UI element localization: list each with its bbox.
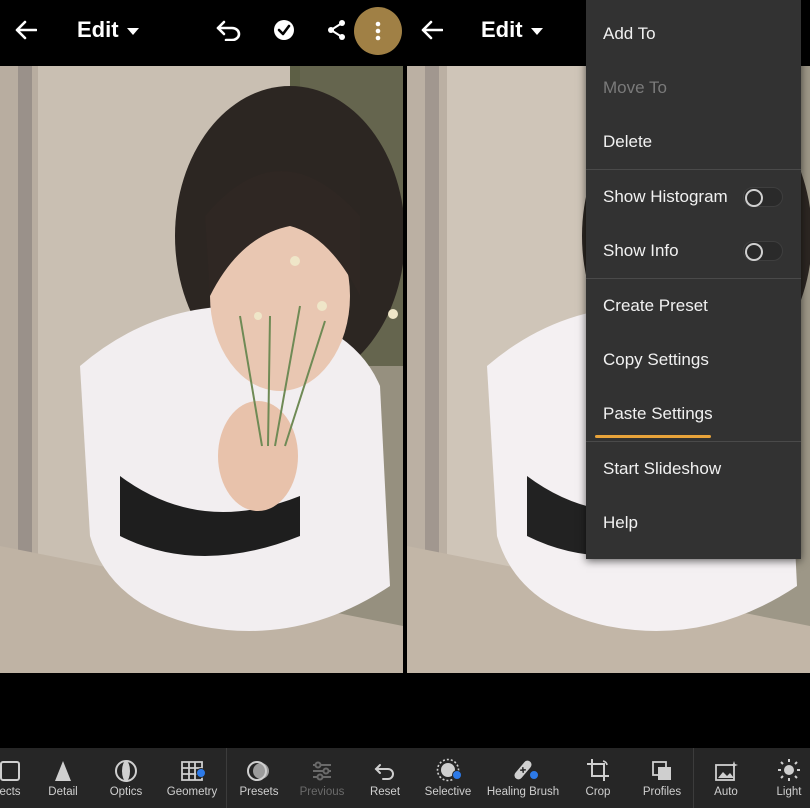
auto-icon (714, 748, 738, 782)
crop-icon (586, 748, 610, 782)
detail-icon (54, 748, 72, 782)
geometry-icon (180, 748, 206, 782)
menu-item-paste-settings[interactable]: Paste Settings (586, 387, 801, 441)
tool-label: Detail (48, 786, 78, 798)
menu-item-show-info[interactable]: Show Info (586, 224, 801, 278)
edit-mode-label: Edit (481, 17, 523, 42)
tool-label: Reset (369, 786, 401, 798)
tool-label: Crop (585, 786, 611, 798)
tool-selective[interactable]: Selective (420, 748, 476, 808)
more-options-icon[interactable] (354, 7, 402, 55)
tool-presets[interactable]: Presets (234, 748, 284, 808)
reset-icon (373, 748, 397, 782)
previous-icon (311, 748, 333, 782)
effects-icon (0, 748, 21, 782)
healing-brush-icon (511, 748, 539, 782)
selective-icon (436, 748, 462, 782)
menu-item-label: Delete (603, 132, 653, 151)
share-icon[interactable] (321, 14, 353, 46)
tool-label: Auto (714, 786, 738, 798)
back-arrow-icon[interactable] (416, 14, 448, 46)
menu-item-label: Copy Settings (603, 350, 709, 369)
premium-badge-icon (452, 770, 462, 780)
menu-item-label: Start Slideshow (603, 459, 722, 478)
menu-item-label: Paste Settings (603, 404, 713, 423)
info-toggle[interactable] (743, 241, 783, 261)
chevron-down-icon (126, 27, 139, 35)
menu-item-start-slideshow[interactable]: Start Slideshow (586, 442, 801, 496)
menu-item-copy-settings[interactable]: Copy Settings (586, 333, 801, 387)
premium-badge-icon (196, 768, 206, 778)
tool-label: ects (0, 786, 21, 798)
tool-label: Presets (239, 786, 279, 798)
tool-label: Selective (424, 786, 472, 798)
tool-healing-brush[interactable]: Healing Brush (485, 748, 561, 808)
tool-label: Geometry (166, 786, 218, 798)
menu-item-label: Help (603, 513, 638, 532)
edit-mode-dropdown[interactable]: Edit (481, 17, 543, 43)
highlight-underline (595, 435, 711, 438)
menu-item-label: Show Histogram (603, 187, 728, 206)
tool-label: Healing Brush (486, 786, 560, 798)
menu-item-label: Create Preset (603, 296, 708, 315)
top-bar-right: Edit (405, 0, 586, 62)
tool-label: Optics (109, 786, 143, 798)
toggle-knob (745, 243, 763, 261)
tool-reset[interactable]: Reset (360, 748, 410, 808)
tool-effects[interactable]: ects (0, 748, 34, 808)
toolbar-separator (226, 748, 227, 808)
optics-icon (114, 748, 138, 782)
tool-profiles[interactable]: Profiles (637, 748, 687, 808)
top-bar-left: Edit (0, 0, 405, 62)
tool-detail[interactable]: Detail (38, 748, 88, 808)
menu-item-create-preset[interactable]: Create Preset (586, 279, 801, 333)
tool-previous: Previous (296, 748, 348, 808)
tool-label: Previous (299, 786, 345, 798)
menu-item-move-to: Move To (586, 61, 801, 115)
tool-optics[interactable]: Optics (101, 748, 151, 808)
tool-label: Profiles (642, 786, 682, 798)
premium-badge-icon (529, 770, 539, 780)
overflow-menu: Add To Move To Delete Show Histogram Sho… (586, 0, 801, 559)
menu-item-delete[interactable]: Delete (586, 115, 801, 169)
tool-geometry[interactable]: Geometry (162, 748, 222, 808)
presets-icon (247, 748, 271, 782)
done-check-icon[interactable] (268, 14, 300, 46)
menu-item-help[interactable]: Help (586, 496, 801, 550)
light-icon (777, 748, 801, 782)
toolbar-separator (693, 748, 694, 808)
tool-auto[interactable]: Auto (701, 748, 751, 808)
tool-crop[interactable]: Crop (575, 748, 621, 808)
toggle-knob (745, 189, 763, 207)
menu-item-label: Show Info (603, 241, 679, 260)
menu-item-add-to[interactable]: Add To (586, 7, 801, 61)
tool-label: Light (776, 786, 802, 798)
edit-toolbar: ects Detail Optics Geometry Presets Prev… (0, 748, 810, 808)
histogram-toggle[interactable] (743, 187, 783, 207)
menu-item-label: Move To (603, 78, 667, 97)
photo-preview-left[interactable] (0, 66, 403, 673)
edit-mode-dropdown[interactable]: Edit (77, 17, 139, 43)
tool-light[interactable]: Light (766, 748, 810, 808)
menu-item-show-histogram[interactable]: Show Histogram (586, 170, 801, 224)
edit-mode-label: Edit (77, 17, 119, 42)
menu-item-label: Add To (603, 24, 656, 43)
profiles-icon (651, 748, 673, 782)
chevron-down-icon (530, 27, 543, 35)
undo-icon[interactable] (213, 14, 245, 46)
back-arrow-icon[interactable] (10, 14, 42, 46)
